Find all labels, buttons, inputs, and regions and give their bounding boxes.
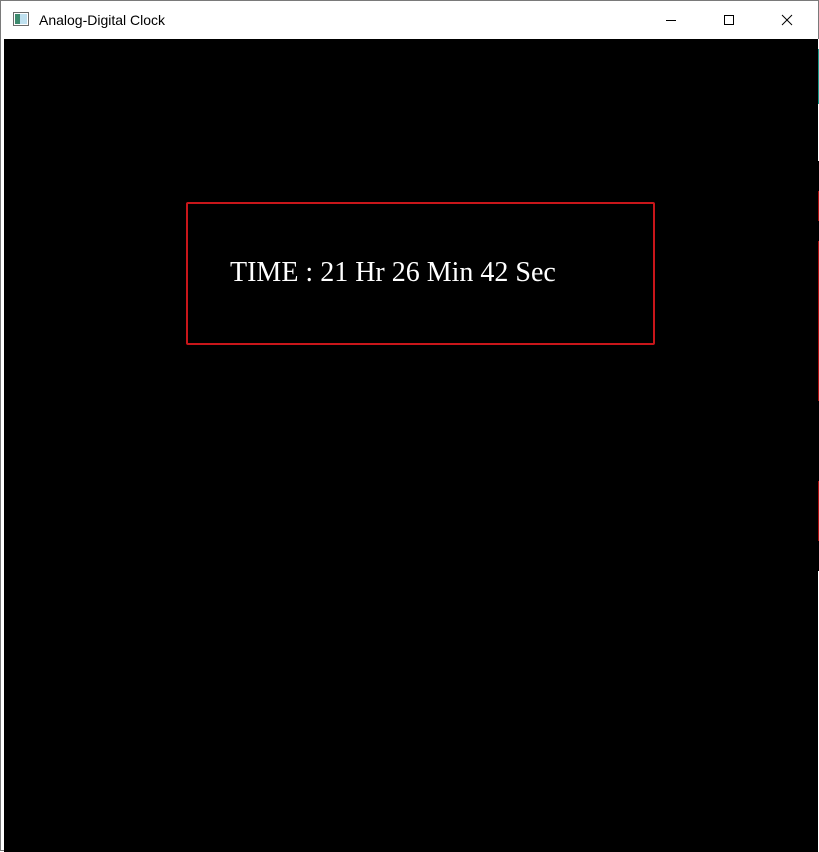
digital-time-text: TIME : 21 Hr 26 Min 42 Sec	[230, 257, 556, 288]
close-icon	[781, 14, 793, 26]
maximize-icon	[724, 15, 734, 25]
app-window: Analog-Digital Clock TIME : 21 Hr 26 Min…	[0, 0, 819, 852]
close-button[interactable]	[758, 1, 816, 39]
minimize-button[interactable]	[642, 1, 700, 39]
minimize-icon	[666, 20, 676, 21]
digital-time-frame: TIME : 21 Hr 26 Min 42 Sec	[186, 202, 655, 345]
maximize-button[interactable]	[700, 1, 758, 39]
clock-canvas: TIME : 21 Hr 26 Min 42 Sec	[4, 39, 818, 852]
app-window-icon	[13, 12, 29, 26]
title-bar[interactable]: Analog-Digital Clock	[1, 1, 818, 39]
window-title: Analog-Digital Clock	[39, 12, 166, 28]
